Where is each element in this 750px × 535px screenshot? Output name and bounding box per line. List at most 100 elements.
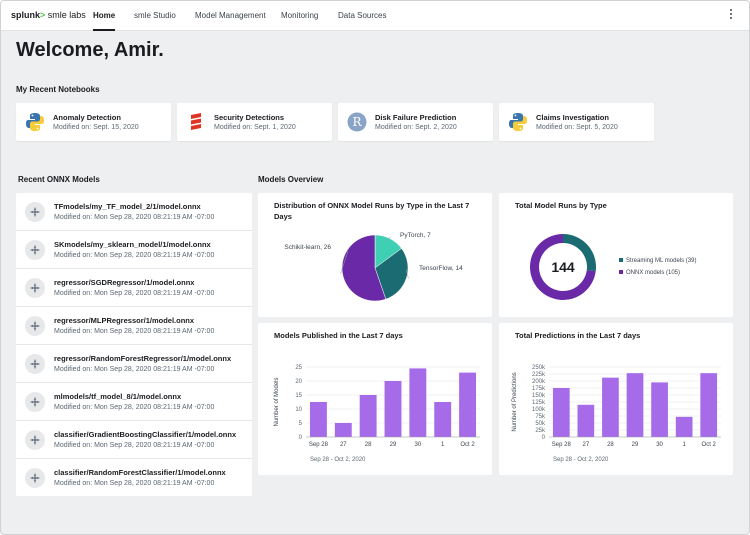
nav-model-management[interactable]: Model Management [195,1,266,31]
y-tick-label: 15 [295,393,302,399]
notebook-name: Anomaly Detection [53,113,121,122]
onnx-model-row[interactable]: regressor/RandomForestRegressor/1/model.… [16,345,252,383]
bar[interactable] [384,381,402,437]
total-predictions-card: Total Predictions in the Last 7 days 0 25… [499,323,733,475]
svg-text:R: R [352,115,362,129]
notebook-modified: Modified on: Sept. 2, 2020 [375,124,457,131]
onnx-model-modified: Modified on: Mon Sep 28, 2020 08:21:19 A… [54,404,215,411]
bar[interactable] [651,382,668,437]
notebook-name: Disk Failure Prediction [375,113,457,122]
x-tick-label: Sep 28 [552,442,572,448]
onnx-model-path: regressor/MLPRegressor/1/model.onnx [54,316,195,325]
donut-center-total: 144 [551,259,575,275]
onnx-models-list: TFmodels/my_TF_model_2/1/model.onnx Modif… [16,193,252,496]
legend-label: Streaming ML models (39) [626,258,696,264]
total-predictions-bar-chart: 025k50k75k100k125k150k175k200k225k250k Nu… [512,365,721,463]
onnx-model-row[interactable]: classifier/RandomForestClassifier/1/mode… [16,459,252,497]
onnx-model-modified: Modified on: Mon Sep 28, 2020 08:21:19 A… [54,366,215,373]
notebook-name: Security Detections [214,113,285,122]
onnx-model-path: classifier/RandomForestClassifier/1/mode… [54,468,226,477]
models-published-bar-chart: 0 5 10 15 20 25 Number of Models Sep 28 27 28 29 30… [274,365,480,463]
onnx-model-row[interactable]: TFmodels/my_TF_model_2/1/model.onnx Modif… [16,193,252,231]
bar[interactable] [409,368,427,437]
bar[interactable] [359,395,377,437]
x-tick-label: 28 [607,442,614,448]
total-runs-donut-chart: 144 Streaming ML models (39) ONNX models (… [530,234,696,300]
models-published-card: Models Published in the Last 7 days 0 5 10… [258,323,492,475]
onnx-model-path: regressor/RandomForestRegressor/1/model.… [54,354,232,363]
onnx-model-row[interactable]: SKmodels/my_sklearn_model/1/model.onnx Mo… [16,231,252,269]
bar[interactable] [434,402,452,437]
python-icon [26,113,44,131]
y-tick-label: 0 [542,435,546,441]
bar[interactable] [602,377,619,437]
y-tick-label: 100k [532,407,546,413]
nav-home[interactable]: Home [93,1,116,31]
nav-monitoring[interactable]: Monitoring [281,1,318,31]
legend-swatch [619,270,623,274]
bar[interactable] [334,423,352,437]
recent-onnx-title: Recent ONNX Models [18,175,100,184]
onnx-model-row[interactable]: classifier/GradientBoostingClassifier/1/… [16,421,252,459]
y-tick-label: 75k [535,414,546,420]
bar[interactable] [675,416,693,437]
nav-smle-studio[interactable]: smle Studio [134,1,176,31]
pie-slice-label: PyTorch, 7 [400,232,431,239]
bar[interactable] [309,402,327,437]
onnx-runs-by-type-card: Distribution of ONNX Model Runs by Type … [258,193,492,317]
onnx-model-row[interactable]: regressor/MLPRegressor/1/model.onnx Modif… [16,307,252,345]
x-tick-label: 29 [632,442,639,448]
logo-smle-text: smle labs [45,10,86,20]
app-window: splunk> smle labs Home smle Studio Model… [0,0,750,535]
y-tick-label: 25k [535,428,546,434]
x-tick-label: 28 [365,442,372,448]
bar[interactable] [700,373,718,437]
x-tick-label: Oct 2 [702,442,717,448]
x-tick-label: 29 [390,442,397,448]
onnx-model-modified: Modified on: Mon Sep 28, 2020 08:21:19 A… [54,214,215,221]
r-icon: R [347,112,367,132]
onnx-model-row[interactable]: regressor/SGDRegressor/1/model.onnx Modif… [16,269,252,307]
onnx-model-path: regressor/SGDRegressor/1/model.onnx [54,278,195,287]
x-tick-label: Sep 28 [309,442,329,448]
y-tick-label: 10 [295,407,302,413]
notebook-card[interactable]: Security Detections Modified on: Sept. 1… [177,103,332,141]
onnx-model-path: SKmodels/my_sklearn_model/1/model.onnx [54,240,211,249]
top-nav-bar: splunk> smle labs Home smle Studio Model… [1,1,749,31]
nav-data-sources[interactable]: Data Sources [338,1,386,31]
onnx-model-icon [25,278,45,298]
onnx-model-path: classifier/GradientBoostingClassifier/1/… [54,430,237,439]
notebook-card[interactable]: Claims Investigation Modified on: Sept. … [499,103,654,141]
scala-icon [191,113,201,130]
legend-swatch [619,258,623,262]
python-icon [509,113,527,131]
y-tick-label: 225k [532,372,546,378]
y-tick-label: 25 [295,365,302,371]
onnx-model-icon [25,430,45,450]
splunk-logo[interactable]: splunk> smle labs [11,10,86,20]
notebook-modified: Modified on: Sept. 5, 2020 [536,124,618,131]
x-tick-label: 1 [682,442,686,448]
bar[interactable] [626,373,644,437]
bar[interactable] [459,372,477,437]
x-tick-label: 30 [415,442,422,448]
notebook-card[interactable]: R Disk Failure Prediction Modified on: S… [338,103,493,141]
more-menu-icon[interactable] [729,9,733,23]
notebook-name: Claims Investigation [536,113,609,122]
onnx-model-path: mlmodels/tf_model_8/1/model.onnx [54,392,182,401]
y-tick-label: 150k [532,393,546,399]
y-tick-label: 250k [532,365,546,371]
page-title: Welcome, Amir. [16,39,164,61]
onnx-runs-pie-chart: PyTorch, 7 TensorFlow, 14 Schikit-learn, 2… [284,232,463,302]
y-tick-label: 175k [532,386,546,392]
logo-splunk-text: splunk [11,10,41,20]
y-axis-label: Number of Models [274,377,280,426]
bar[interactable] [577,404,595,437]
onnx-model-path: TFmodels/my_TF_model_2/1/model.onnx [54,202,201,211]
bar[interactable] [552,388,570,437]
onnx-model-row[interactable]: mlmodels/tf_model_8/1/model.onnx Modified… [16,383,252,421]
notebook-card[interactable]: Anomaly Detection Modified on: Sept. 15,… [16,103,171,141]
notebook-modified: Modified on: Sept. 15, 2020 [53,124,139,131]
pie-slice-label: TensorFlow, 14 [419,265,463,272]
x-tick-label: 30 [656,442,663,448]
